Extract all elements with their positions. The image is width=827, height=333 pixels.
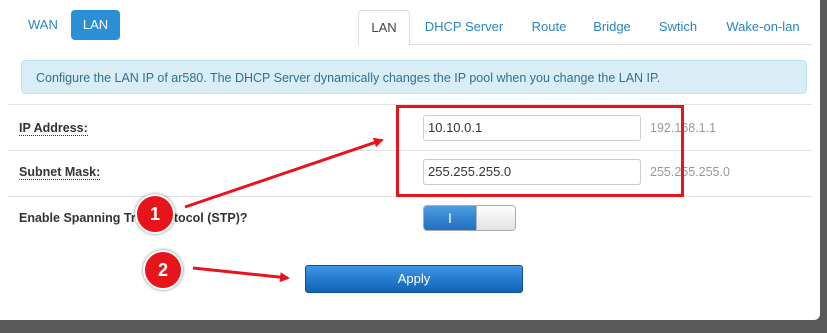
step-2-marker: 2 xyxy=(143,250,183,290)
arrow-to-apply xyxy=(192,266,290,283)
step-1-marker: 1 xyxy=(135,194,175,234)
arrow-to-fields xyxy=(184,137,384,209)
annotation-arrows xyxy=(184,137,384,283)
